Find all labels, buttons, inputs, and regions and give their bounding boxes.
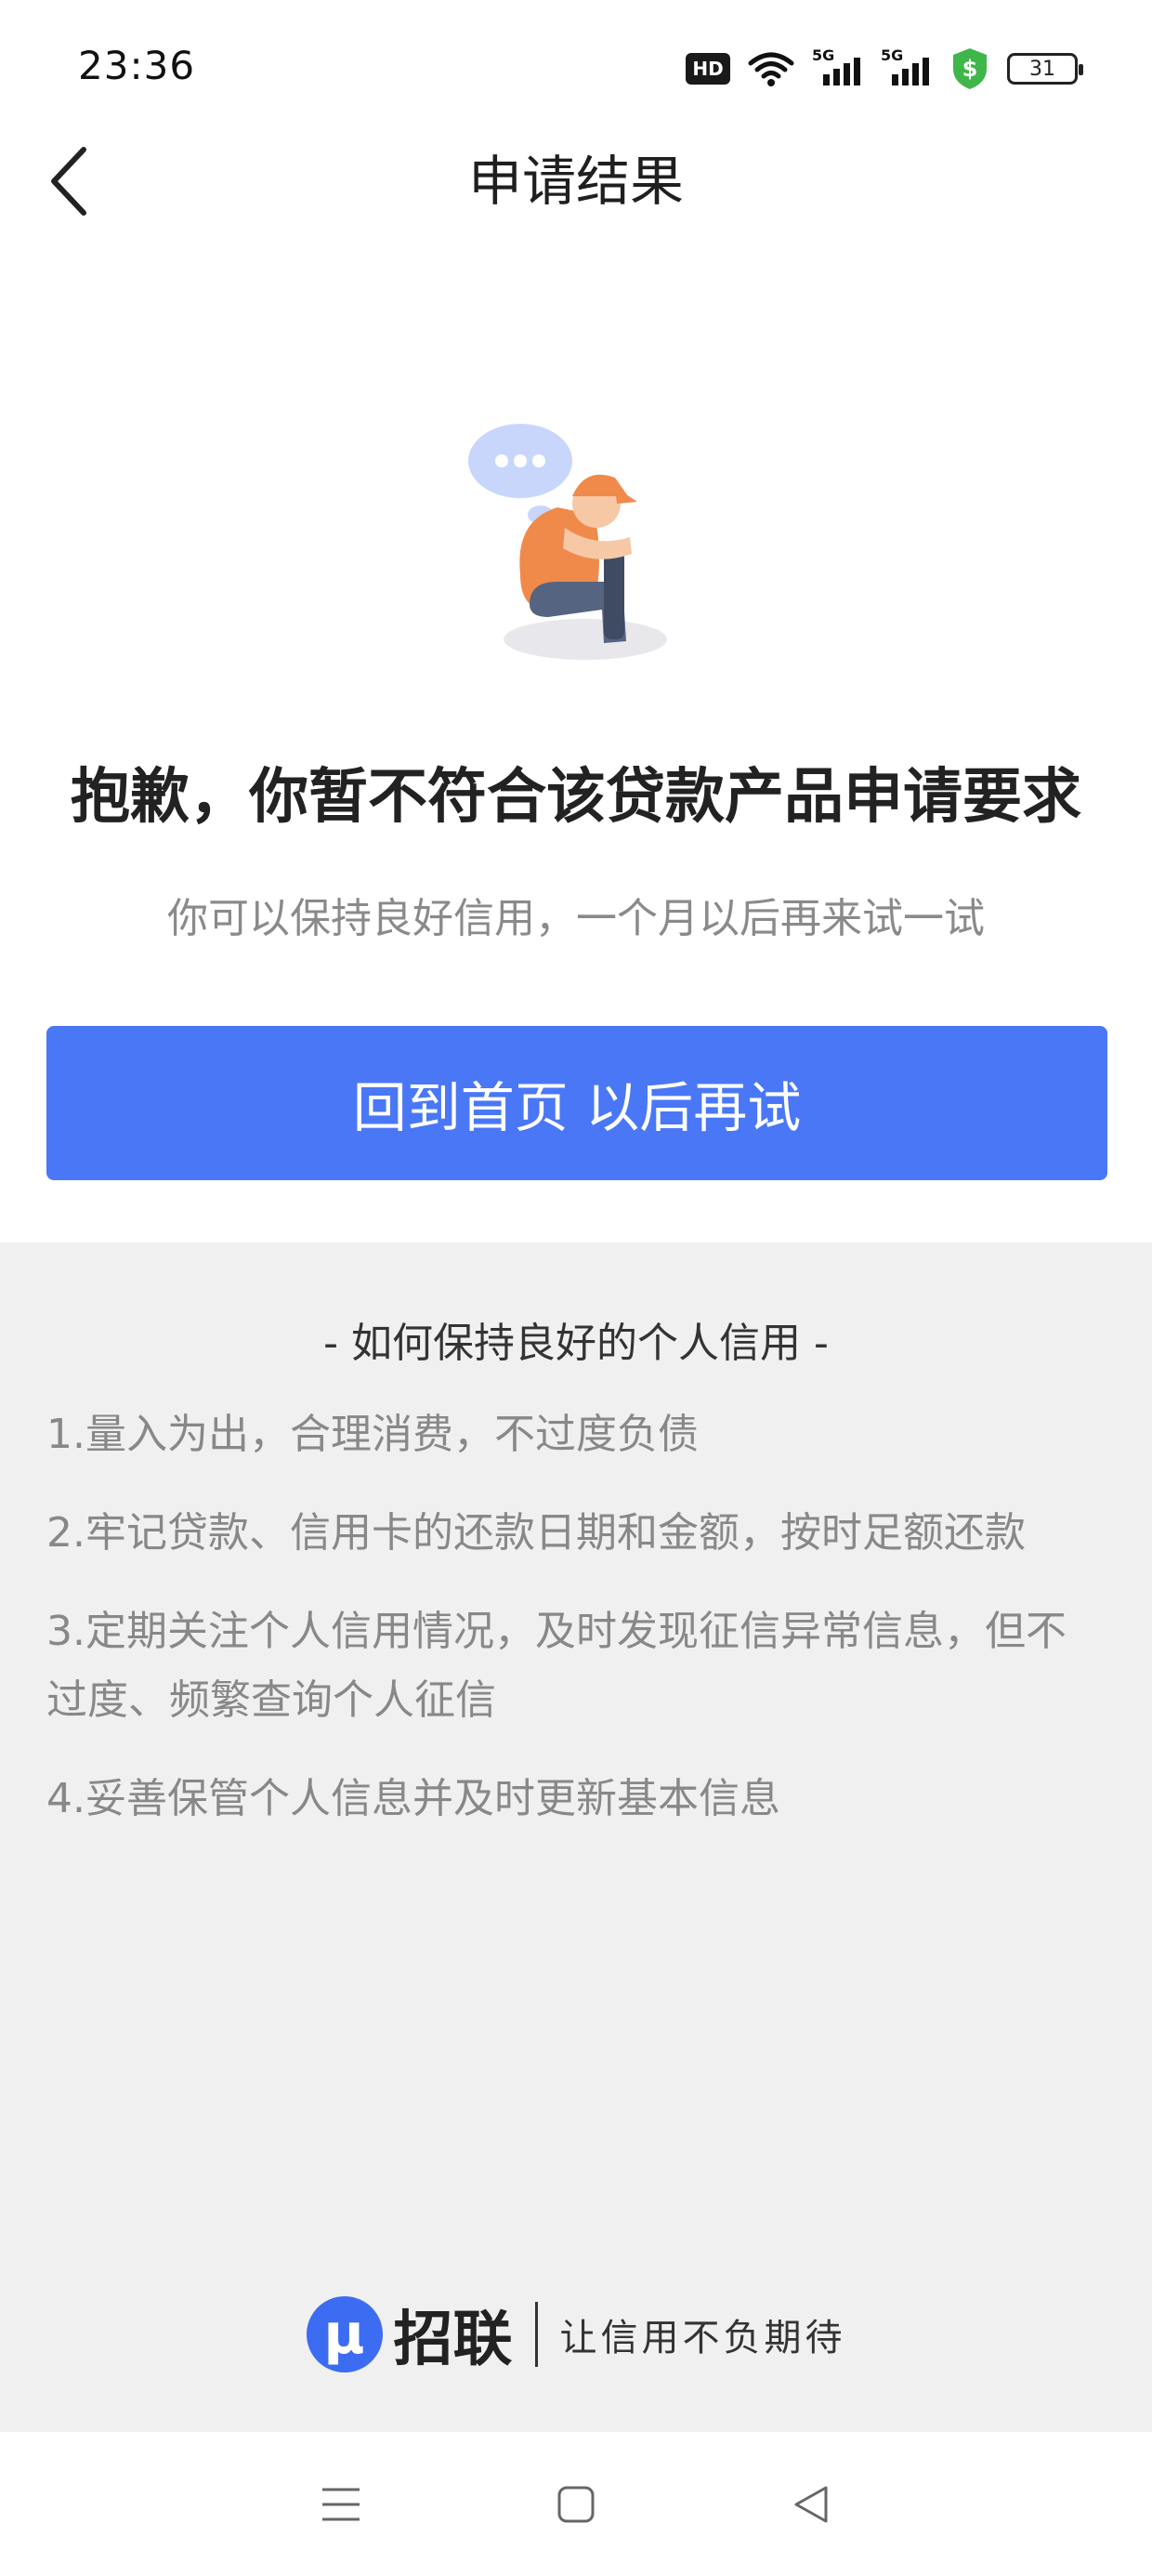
credit-tips-section: - 如何保持良好的个人信用 - 1.量入为出，合理消费，不过度负债 2.牢记贷款… [0, 1242, 1152, 2432]
return-home-button[interactable]: 回到首页 以后再试 [46, 1026, 1107, 1180]
tip-item: 4.妥善保管个人信息并及时更新基本信息 [46, 1775, 780, 1822]
system-nav-bar [0, 2432, 1152, 2576]
tip-item: 1.量入为出，合理消费，不过度负债 [46, 1411, 699, 1458]
status-time: 23:36 [78, 43, 196, 88]
hd-icon: HD [686, 53, 730, 85]
nav-back-button[interactable] [774, 2467, 848, 2542]
tip-item: 2.牢记贷款、信用卡的还款日期和金额，按时足额还款 [46, 1509, 1026, 1557]
nav-menu-button[interactable] [304, 2467, 378, 2542]
triangle-back-icon [794, 2486, 828, 2522]
page-title: 申请结果 [467, 150, 684, 213]
brand-logo-icon: μ [306, 2296, 383, 2372]
brand-footer: μ 招联 让信用不负期待 [0, 2293, 1152, 2376]
battery-icon: 31 [1007, 53, 1083, 85]
menu-icon [321, 2488, 360, 2520]
svg-text:$: $ [962, 56, 978, 82]
chevron-left-icon [51, 147, 86, 216]
status-bar: 23:36 HD 5G 5G $ 31 [0, 0, 1152, 139]
brand-slogan: 让信用不负期待 [559, 2317, 846, 2359]
signal-icon: 5G [881, 46, 933, 87]
brand-divider [534, 2302, 538, 2367]
result-title: 抱歉，你暂不符合该贷款产品申请要求 [71, 763, 1081, 832]
signal-icon: 5G [812, 46, 864, 87]
tip-item: 3.定期关注个人信用情况，及时发现征信异常信息，但不过度、频繁查询个人征信 [46, 1608, 1067, 1724]
status-icons: HD 5G 5G $ 31 [686, 46, 1083, 91]
tips-heading: - 如何保持良好的个人信用 - [323, 1320, 829, 1367]
wifi-icon [748, 52, 794, 86]
result-subtitle: 你可以保持良好信用，一个月以后再来试一试 [167, 895, 985, 942]
square-home-icon [557, 2486, 595, 2522]
brand-name: 招联 [393, 2306, 513, 2374]
back-button[interactable] [41, 139, 97, 223]
sad-person-illustration [468, 424, 667, 660]
tips-list: 1.量入为出，合理消费，不过度负债 2.牢记贷款、信用卡的还款日期和金额，按时足… [46, 1400, 1106, 1863]
shield-dollar-icon: $ [953, 48, 987, 89]
nav-home-button[interactable] [539, 2467, 613, 2542]
